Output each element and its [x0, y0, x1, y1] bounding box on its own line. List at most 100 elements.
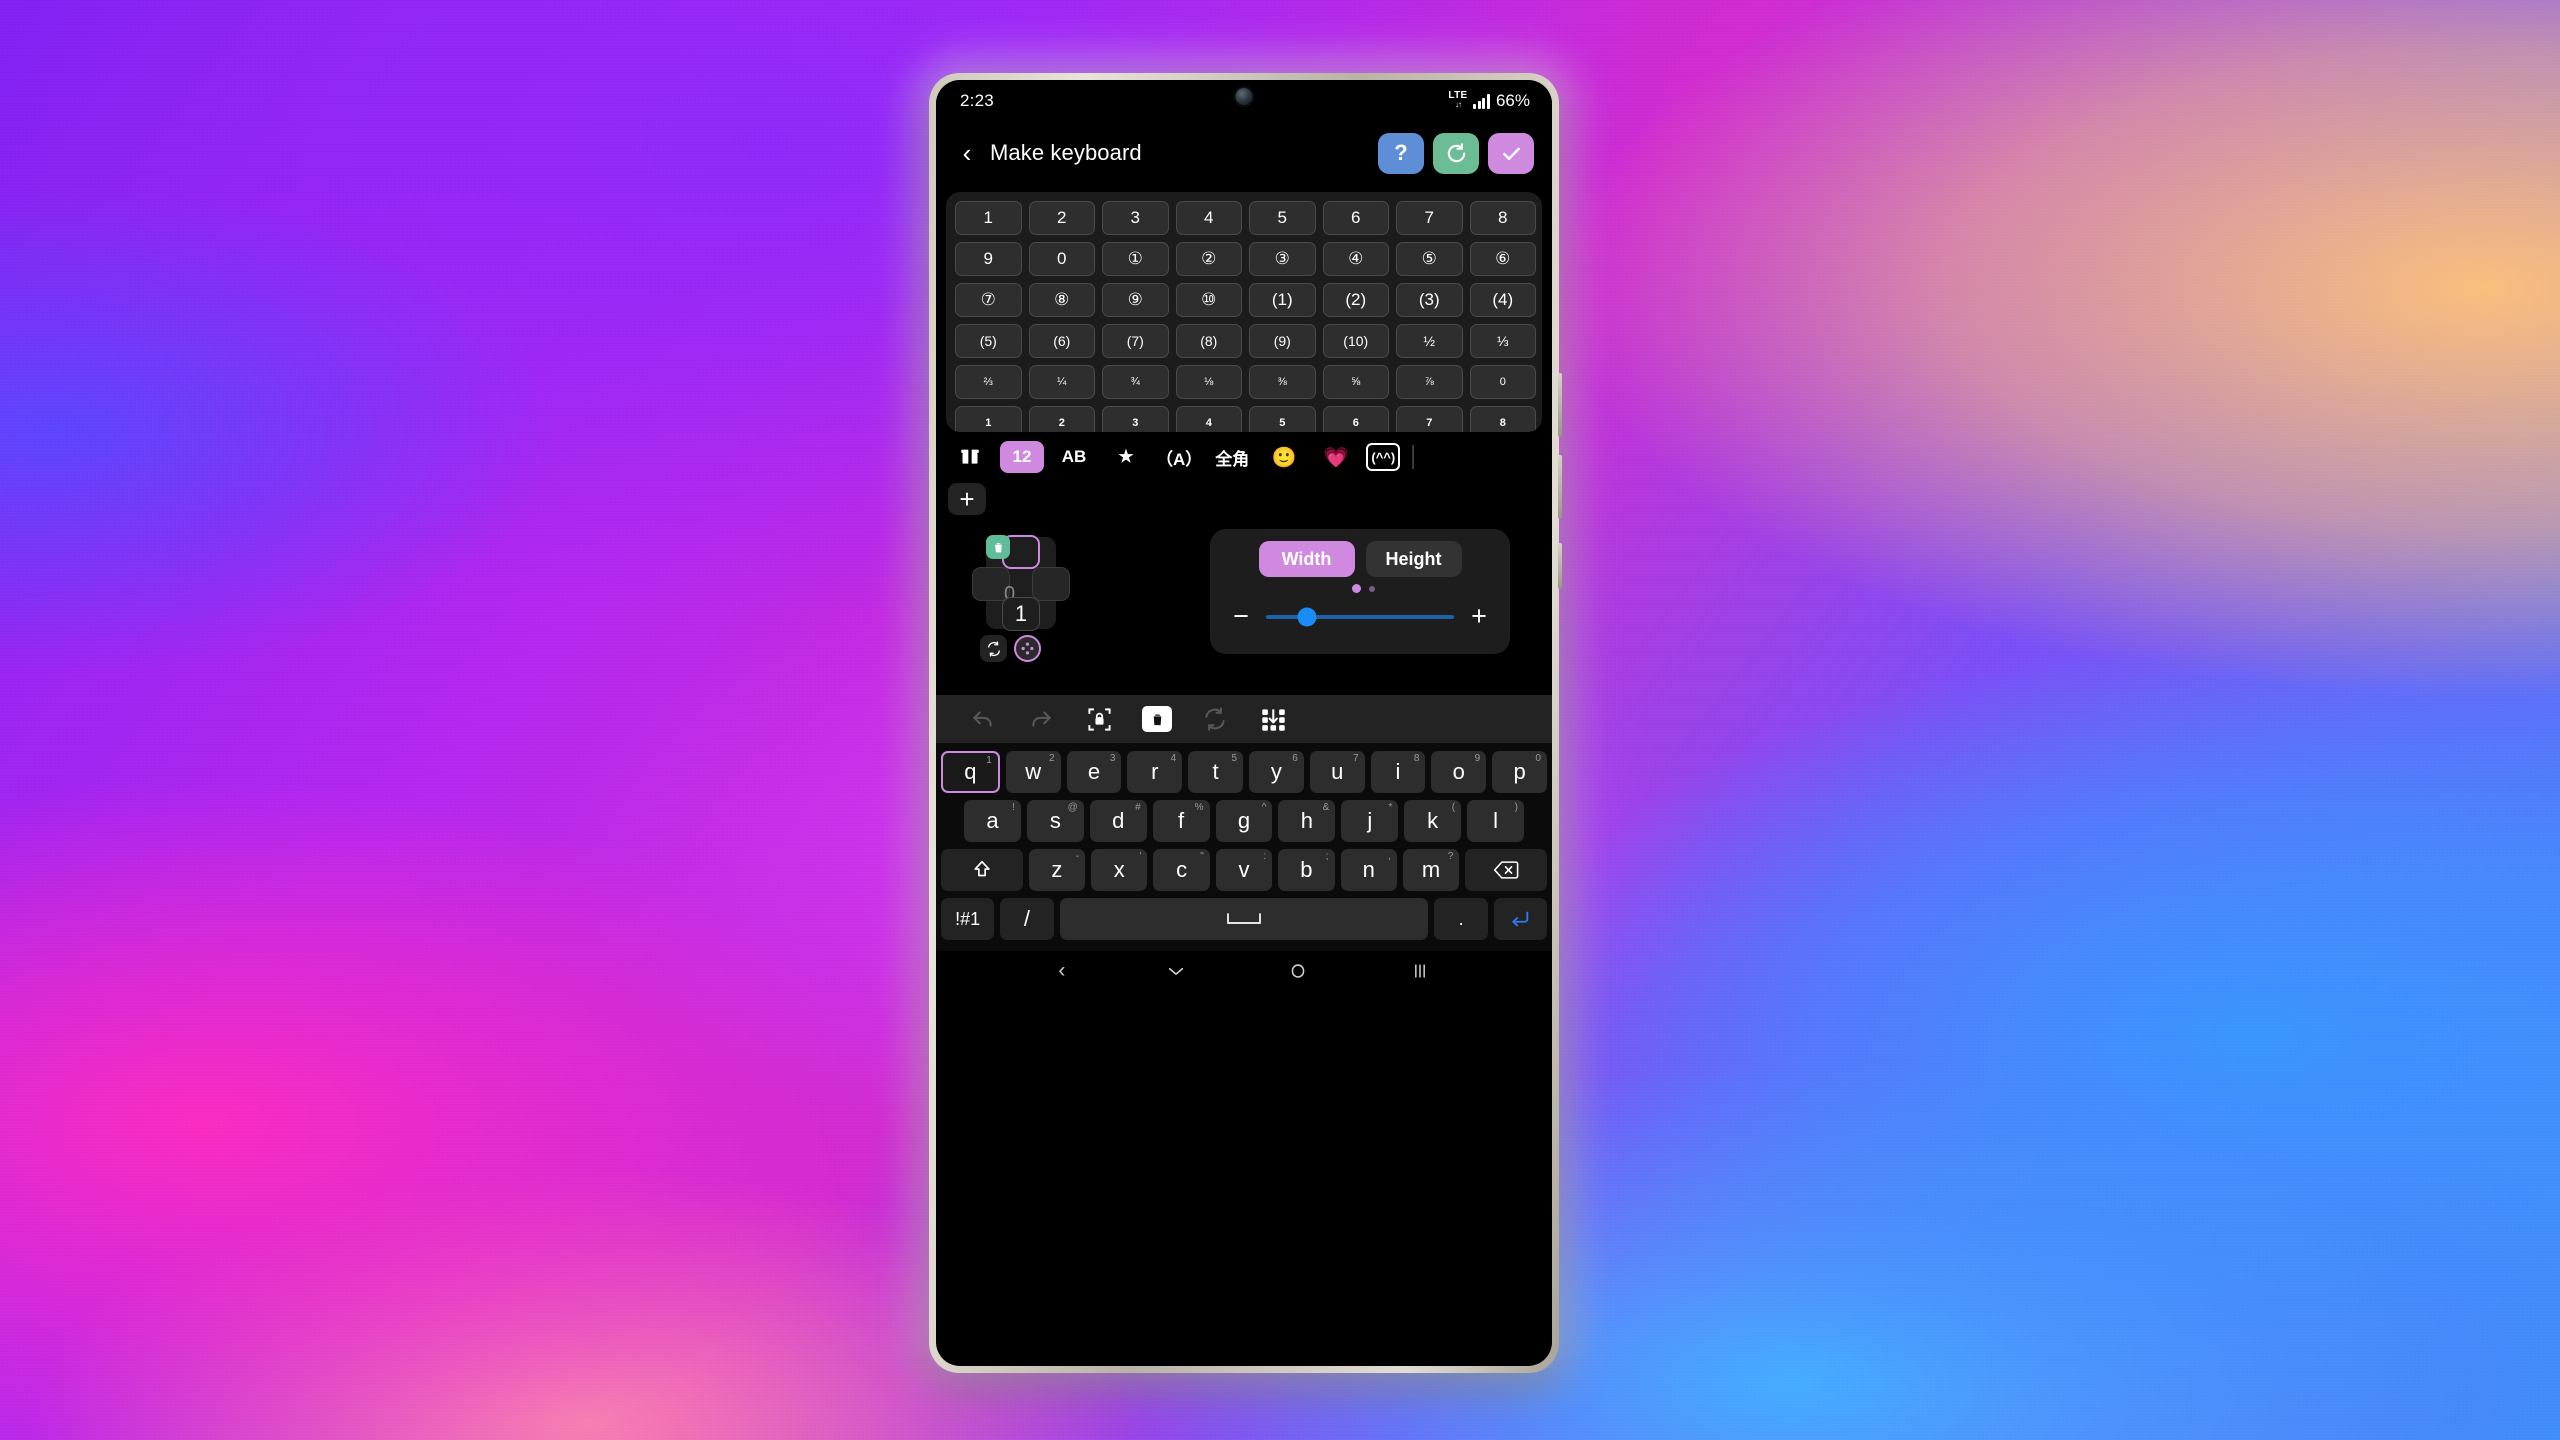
key-s[interactable]: @ s	[1026, 800, 1084, 842]
palette-key[interactable]: 9	[955, 242, 1022, 276]
reset-button[interactable]	[1433, 132, 1479, 174]
symbol-palette[interactable]: 1 2 3 4 5 6 7 8 9 0 ① ② ③ ④ ⑤ ⑥ ⑦ ⑧ ⑨ ⑩ (1) (2) (3) (4) (5) (6) (7…	[946, 192, 1542, 432]
palette-key[interactable]: 4	[1175, 201, 1242, 235]
palette-key[interactable]: 7	[1396, 406, 1463, 432]
size-slider-track[interactable]	[1266, 607, 1454, 626]
flick-delete-button[interactable]	[986, 535, 1010, 559]
palette-key[interactable]: (9)	[1249, 324, 1316, 358]
shift-key[interactable]	[941, 849, 1023, 891]
palette-key[interactable]: 4	[1175, 406, 1242, 432]
palette-key[interactable]: ⑨	[1102, 283, 1169, 317]
flick-move-handle[interactable]	[1014, 635, 1041, 662]
palette-key[interactable]: (2)	[1322, 283, 1389, 317]
category-kaomoji[interactable]: (^^)	[1366, 443, 1401, 471]
key-n[interactable]: ,n	[1340, 849, 1397, 891]
key-j[interactable]: * j	[1341, 800, 1399, 842]
confirm-button[interactable]	[1488, 132, 1534, 174]
palette-key[interactable]: 5	[1249, 406, 1316, 432]
key-i[interactable]: 8i	[1370, 751, 1426, 793]
palette-key[interactable]: ⑦	[955, 283, 1022, 317]
key-y[interactable]: 6y	[1249, 751, 1304, 793]
palette-key[interactable]: 8	[1469, 201, 1536, 235]
category-symbols[interactable]	[948, 441, 992, 473]
decrease-size-button[interactable]: −	[1228, 603, 1254, 630]
key-c[interactable]: " c	[1153, 849, 1210, 891]
undo-button[interactable]	[968, 704, 998, 734]
palette-key[interactable]: 6	[1322, 201, 1389, 235]
palette-key[interactable]: 2	[1028, 201, 1095, 235]
palette-key[interactable]: 3	[1102, 201, 1169, 235]
palette-key[interactable]: 5	[1249, 201, 1316, 235]
palette-key[interactable]: 2	[1028, 406, 1095, 432]
key-r[interactable]: 4r	[1127, 751, 1183, 793]
key-p[interactable]: 0p	[1492, 751, 1547, 793]
category-heart[interactable]: 💗	[1314, 441, 1358, 473]
flick-slot-down[interactable]: 1	[1002, 597, 1040, 631]
nav-back-button[interactable]: ‹	[1058, 959, 1065, 983]
palette-key[interactable]: 1	[955, 406, 1022, 432]
palette-key[interactable]: (8)	[1175, 324, 1242, 358]
arrange-button[interactable]	[1258, 704, 1288, 734]
space-key[interactable]	[1059, 898, 1429, 940]
key-b[interactable]: ; b	[1278, 849, 1335, 891]
category-paren-a[interactable]: （A）	[1156, 441, 1202, 473]
key-u[interactable]: 7u	[1309, 751, 1365, 793]
lock-button[interactable]	[1084, 704, 1114, 734]
palette-key[interactable]: (1)	[1249, 283, 1316, 317]
key-f[interactable]: % f	[1152, 800, 1210, 842]
palette-key[interactable]: ⑩	[1175, 283, 1242, 317]
category-fullwidth[interactable]: 全角	[1210, 441, 1254, 473]
palette-key[interactable]: 3	[1102, 406, 1169, 432]
key-v[interactable]: :v	[1215, 849, 1273, 891]
volume-up-button[interactable]	[1558, 373, 1562, 437]
palette-key[interactable]: ③	[1249, 242, 1316, 276]
period-key[interactable]: .	[1434, 898, 1488, 940]
key-w[interactable]: 2w	[1005, 751, 1061, 793]
palette-key[interactable]: ½	[1396, 324, 1463, 358]
key-g[interactable]: ^ g	[1215, 800, 1273, 842]
flick-rotate-button[interactable]	[980, 635, 1007, 662]
palette-key[interactable]: (6)	[1028, 324, 1095, 358]
palette-key[interactable]: ⅛	[1175, 365, 1242, 399]
key-t[interactable]: 5t	[1188, 751, 1243, 793]
redo-button[interactable]	[1026, 704, 1056, 734]
key-q[interactable]: 1q	[941, 751, 1000, 793]
refresh-button[interactable]	[1200, 704, 1230, 734]
nav-hide-keyboard-button[interactable]	[1166, 964, 1186, 978]
enter-key[interactable]	[1493, 898, 1547, 940]
palette-key[interactable]: (4)	[1469, 283, 1536, 317]
palette-key[interactable]: ⅔	[955, 365, 1022, 399]
symbols-key[interactable]: !#1	[941, 898, 995, 940]
key-m[interactable]: ? m	[1402, 849, 1460, 891]
nav-recents-button[interactable]	[1410, 961, 1430, 981]
palette-key[interactable]: 1	[955, 201, 1022, 235]
palette-key[interactable]: ¾	[1102, 365, 1169, 399]
palette-key[interactable]: ⑥	[1469, 242, 1536, 276]
palette-key[interactable]: ⅓	[1469, 324, 1536, 358]
key-l[interactable]: ) l	[1467, 800, 1525, 842]
height-tab[interactable]: Height	[1365, 541, 1462, 577]
palette-key[interactable]: (5)	[955, 324, 1022, 358]
backspace-key[interactable]	[1465, 849, 1547, 891]
palette-key[interactable]: 7	[1396, 201, 1463, 235]
flick-key-editor[interactable]: 0 1	[972, 535, 1070, 662]
palette-key[interactable]: ⅜	[1249, 365, 1316, 399]
palette-key[interactable]: 6	[1322, 406, 1389, 432]
category-star[interactable]: ★	[1104, 441, 1148, 473]
category-emoji[interactable]: 🙂	[1262, 441, 1306, 473]
volume-down-button[interactable]	[1558, 455, 1562, 519]
palette-key[interactable]: ⅝	[1322, 365, 1389, 399]
delete-button[interactable]	[1142, 704, 1172, 734]
key-x[interactable]: ' x	[1091, 849, 1148, 891]
palette-key[interactable]: ④	[1322, 242, 1389, 276]
palette-key[interactable]: ⑤	[1396, 242, 1463, 276]
size-slider-thumb[interactable]	[1297, 607, 1317, 626]
palette-key[interactable]: ⑧	[1028, 283, 1095, 317]
flick-slot-right[interactable]	[1032, 567, 1070, 601]
help-button[interactable]: ?	[1378, 132, 1424, 174]
increase-size-button[interactable]: +	[1466, 603, 1492, 630]
category-ab[interactable]: AB	[1052, 441, 1096, 473]
palette-key[interactable]: ①	[1102, 242, 1169, 276]
palette-key[interactable]: (3)	[1396, 283, 1463, 317]
palette-key[interactable]: 0	[1469, 365, 1536, 399]
